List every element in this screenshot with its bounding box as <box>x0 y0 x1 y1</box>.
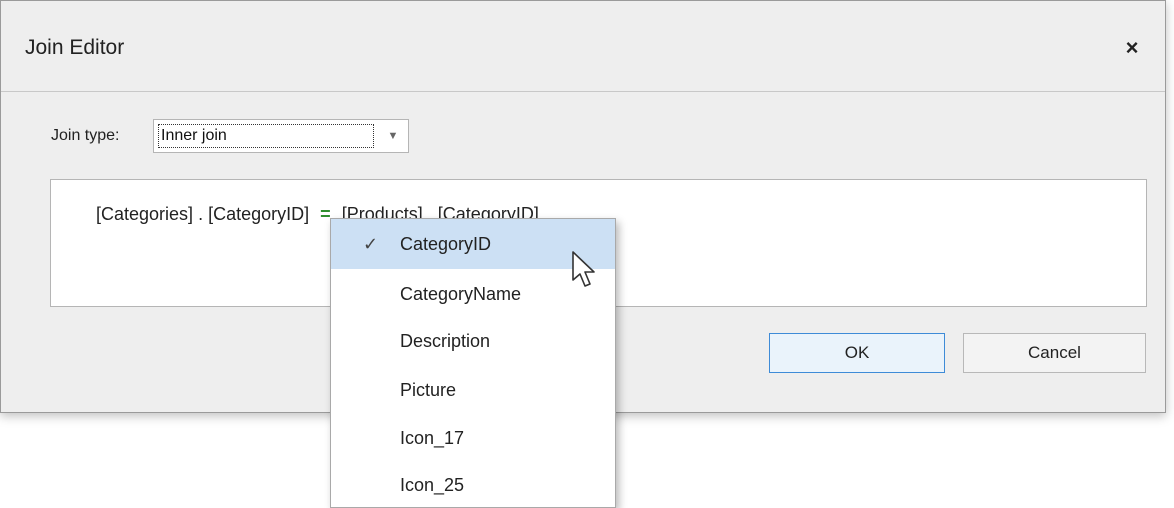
list-item-icon-17[interactable]: Icon_17 <box>331 413 615 463</box>
list-item-picture[interactable]: Picture <box>331 365 615 415</box>
checkmark-icon: ✓ <box>363 234 379 254</box>
list-item-description[interactable]: Description <box>331 316 615 366</box>
left-column-token[interactable]: [CategoryID] <box>208 204 309 224</box>
left-table-token[interactable]: [Categories] <box>96 204 193 224</box>
ok-button[interactable]: OK <box>769 333 945 373</box>
dialog-title: Join Editor <box>25 36 125 59</box>
mouse-pointer-icon <box>572 251 595 287</box>
chevron-down-icon[interactable]: ▼ <box>378 120 408 152</box>
list-item-label: CategoryID <box>400 234 492 254</box>
list-item-icon-25[interactable]: Icon_25 <box>331 460 615 507</box>
list-item-label: Picture <box>400 380 457 400</box>
list-item-label: Icon_17 <box>400 428 465 448</box>
title-bar: Join Editor × <box>1 1 1165 92</box>
join-type-label: Join type: <box>51 127 120 144</box>
list-item-label: CategoryName <box>400 284 522 304</box>
cancel-button[interactable]: Cancel <box>963 333 1146 373</box>
join-type-value[interactable]: Inner join <box>158 124 374 148</box>
dot-separator: . <box>198 204 204 224</box>
join-type-combobox[interactable]: Inner join ▼ <box>153 119 409 153</box>
close-icon[interactable]: × <box>1119 35 1145 61</box>
list-item-label: Icon_25 <box>400 475 465 495</box>
list-item-label: Description <box>400 331 491 351</box>
